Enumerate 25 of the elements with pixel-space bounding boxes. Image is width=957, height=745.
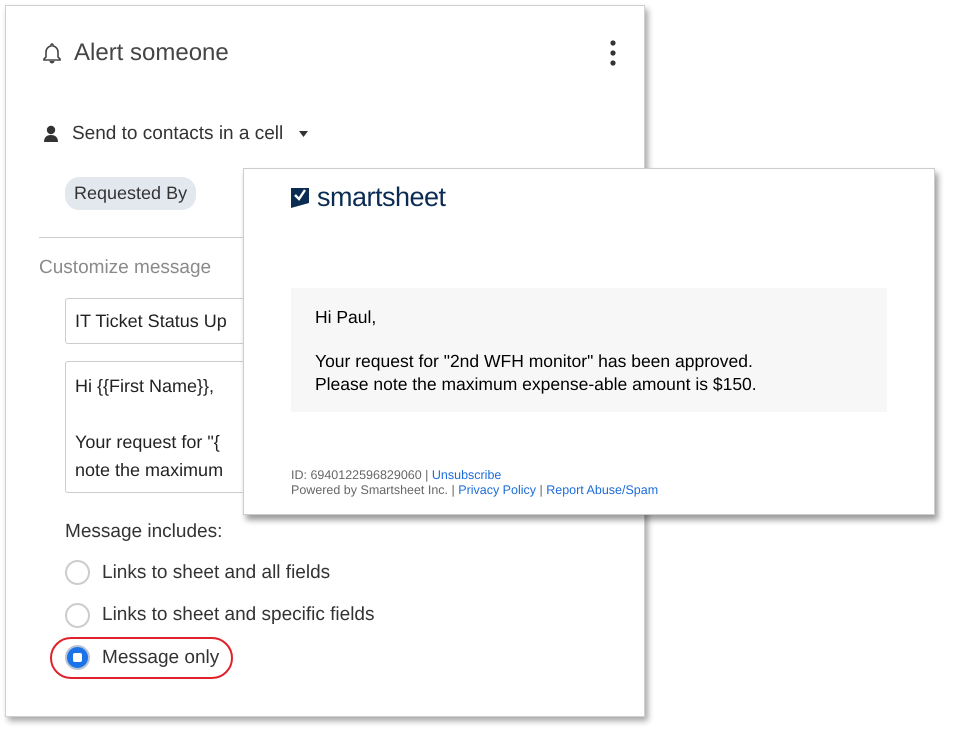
person-icon [43, 125, 59, 144]
bell-icon [42, 42, 62, 64]
footer-link[interactable]: Report Abuse/Spam [546, 482, 658, 497]
footer-text: | [540, 482, 543, 497]
option-label: Links to sheet and specific fields [102, 603, 374, 627]
more-menu-icon[interactable] [610, 40, 616, 66]
contact-chip[interactable]: Requested By [65, 176, 196, 210]
section-label: Message includes: [65, 520, 224, 544]
caret-icon [299, 131, 308, 138]
footer-text: ID: 6940122596829060 | [291, 468, 428, 482]
radio-button[interactable] [65, 645, 90, 670]
checkmark-logo-icon [291, 186, 309, 208]
footer-link[interactable]: Privacy Policy [458, 482, 536, 497]
radio-button[interactable] [65, 560, 90, 586]
footer-text: Powered by Smartsheet Inc. | [291, 482, 455, 497]
radio-button[interactable] [65, 602, 90, 628]
recipient-dropdown[interactable]: Send to contacts in a cell [72, 120, 308, 148]
email-greeting: Hi Paul, [315, 306, 378, 328]
option-label: Links to sheet and all fields [102, 560, 330, 584]
panel-title: Alert someone [74, 38, 229, 68]
email-message: Your request for "2nd WFH monitor" has been approved. Please note the maximum expense-able amount is $150. [315, 350, 758, 396]
brand-name: smartsheet [317, 181, 446, 214]
section-title: Customize message [39, 256, 212, 280]
footer-link[interactable]: Unsubscribe [432, 468, 502, 482]
option-label: Message only [102, 646, 220, 670]
